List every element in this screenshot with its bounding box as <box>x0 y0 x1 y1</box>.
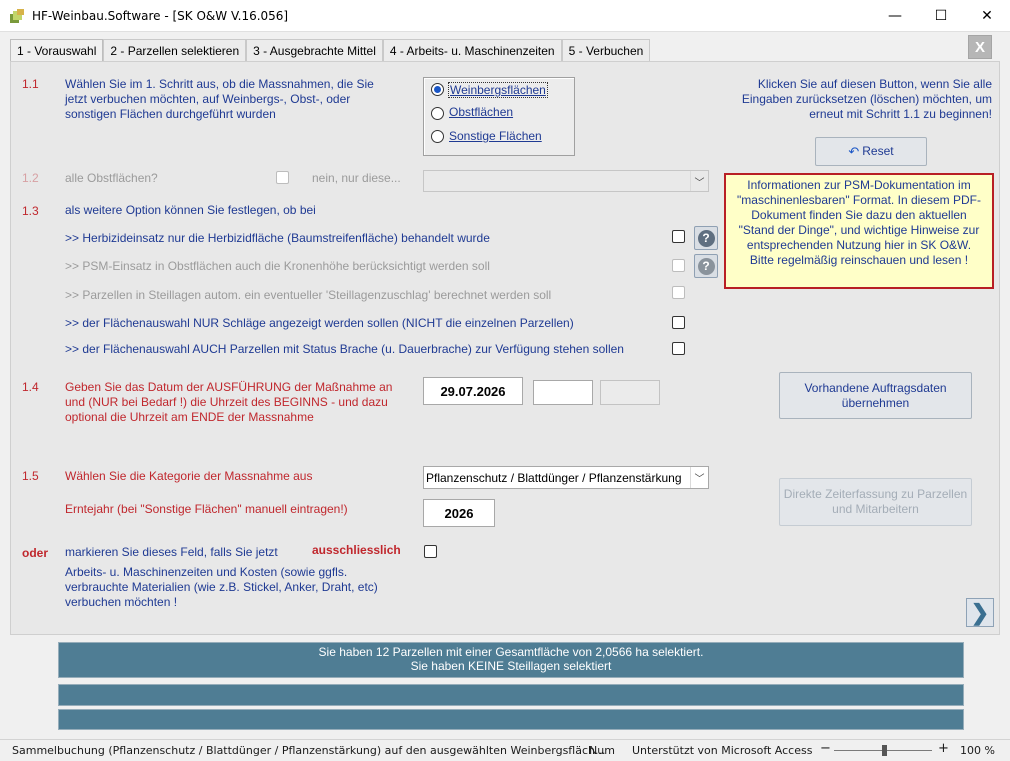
minimize-button[interactable]: — <box>872 0 918 32</box>
option-kronenhoehe-label: >> PSM-Einsatz in Obstflächen auch die K… <box>65 259 490 273</box>
option-kronenhoehe-checkbox[interactable] <box>672 259 685 272</box>
option-steillagen-label: >> Parzellen in Steillagen autom. ein ev… <box>65 288 552 302</box>
category-value: Pflanzenschutz / Blattdünger / Pflanzens… <box>426 471 682 485</box>
only-these-label: nein, nur diese... <box>312 171 401 185</box>
chevron-right-icon: ❯ <box>970 599 990 625</box>
section-number-1-4: 1.4 <box>22 380 39 394</box>
section-number-1-5: 1.5 <box>22 469 39 483</box>
option-schlaege-label: >> der Flächenauswahl NUR Schläge angeze… <box>65 316 574 330</box>
next-button[interactable]: ❯ <box>966 598 994 627</box>
radio-label-sonstige-flaechen[interactable]: Sonstige Flächen <box>449 129 542 143</box>
undo-icon: ↶ <box>848 144 860 159</box>
direct-time-entry-button[interactable]: Direkte Zeiterfassung zu Parzellen und M… <box>779 478 972 526</box>
summary-line-1: Sie haben 12 Parzellen mit einer Gesamtf… <box>318 645 704 659</box>
exclusive-checkbox[interactable] <box>424 545 437 558</box>
reset-button[interactable]: ↶ Reset <box>815 137 927 166</box>
section-number-1-3: 1.3 <box>22 204 39 218</box>
summary-bar-3 <box>58 709 964 730</box>
reset-button-label: Reset <box>862 144 894 158</box>
num-lock-indicator: Num <box>589 744 615 757</box>
chevron-down-icon: ﹀ <box>690 171 708 191</box>
zoom-slider-thumb[interactable] <box>882 745 887 756</box>
all-orchard-checkbox[interactable] <box>276 171 289 184</box>
tab-ausgebrachte-mittel[interactable]: 3 - Ausgebrachte Mittel <box>246 39 383 61</box>
window-title: HF-Weinbau.Software - [SK O&W V.16.056] <box>32 9 289 23</box>
exclusive-emphasis: ausschliesslich <box>312 543 401 557</box>
tab-arbeits-maschinenzeiten[interactable]: 4 - Arbeits- u. Maschinenzeiten <box>382 39 562 61</box>
execution-date-field[interactable]: 29.07.2026 <box>423 377 523 405</box>
take-over-order-data-button[interactable]: Vorhandene Auftragsdaten übernehmen <box>779 372 972 419</box>
option-brache-label: >> der Flächenauswahl AUCH Parzellen mit… <box>65 342 624 356</box>
radio-label-obstflaechen[interactable]: Obstflächen <box>449 105 513 119</box>
radio-sonstige-flaechen[interactable] <box>431 130 444 143</box>
app-icon <box>9 8 25 24</box>
section-1-1-text: Wählen Sie im 1. Schritt aus, ob die Mas… <box>65 77 374 121</box>
status-bar: Sammelbuchung (Pflanzenschutz / Blattdün… <box>0 739 1010 761</box>
option-steillagen-checkbox[interactable] <box>672 286 685 299</box>
option-herbizid-label: >> Herbizideinsatz nur die Herbizidfläch… <box>65 231 490 245</box>
exclusive-hint-text-2: Arbeits- u. Maschinenzeiten und Kosten (… <box>65 565 378 609</box>
chevron-down-icon: ﹀ <box>690 467 708 488</box>
zoom-level: 100 % <box>960 744 995 757</box>
zoom-out-button[interactable]: − <box>820 741 831 756</box>
exclusive-hint-text: markieren Sie dieses Feld, falls Sie jet… <box>65 545 278 559</box>
radio-weinbergsflaechen[interactable] <box>431 83 444 96</box>
radio-obstflaechen[interactable] <box>431 107 444 120</box>
option-schlaege-checkbox[interactable] <box>672 316 685 329</box>
section-1-5-text: Wählen Sie die Kategorie der Massnahme a… <box>65 469 313 483</box>
title-bar: HF-Weinbau.Software - [SK O&W V.16.056] … <box>0 0 1010 32</box>
psm-info-box[interactable]: Informationen zur PSM-Dokumentation im "… <box>724 173 994 289</box>
radio-label-weinbergsflaechen[interactable]: Weinbergsflächen <box>448 82 548 98</box>
section-number-1-1: 1.1 <box>22 77 39 91</box>
selection-summary: Sie haben 12 Parzellen mit einer Gesamtf… <box>58 642 964 678</box>
section-number-1-2: 1.2 <box>22 171 39 185</box>
option-brache-checkbox[interactable] <box>672 342 685 355</box>
status-text: Sammelbuchung (Pflanzenschutz / Blattdün… <box>12 744 606 757</box>
tab-verbuchen[interactable]: 5 - Verbuchen <box>561 39 651 61</box>
close-form-button[interactable]: X <box>968 35 992 59</box>
oder-label: oder <box>22 546 49 560</box>
help-herbizid-button[interactable]: ? <box>694 226 718 250</box>
all-orchard-label: alle Obstflächen? <box>65 171 158 185</box>
question-icon: ? <box>697 229 715 247</box>
close-button[interactable]: ✕ <box>964 0 1010 32</box>
summary-bar-2 <box>58 684 964 706</box>
question-icon: ? <box>697 257 715 275</box>
tab-parzellen-selektieren[interactable]: 2 - Parzellen selektieren <box>103 39 247 61</box>
access-label: Unterstützt von Microsoft Access <box>632 744 813 757</box>
section-1-3-intro: als weitere Option können Sie festlegen,… <box>65 203 316 217</box>
orchard-select[interactable]: ﹀ <box>423 170 709 192</box>
start-time-field[interactable] <box>533 380 593 405</box>
tab-strip: 1 - Vorauswahl 2 - Parzellen selektieren… <box>10 39 651 63</box>
category-select[interactable]: Pflanzenschutz / Blattdünger / Pflanzens… <box>423 466 709 489</box>
summary-line-2: Sie haben KEINE Steillagen selektiert <box>410 659 612 673</box>
tab-vorauswahl[interactable]: 1 - Vorauswahl <box>10 39 104 63</box>
harvest-year-field[interactable]: 2026 <box>423 499 495 527</box>
end-time-field[interactable] <box>600 380 660 405</box>
help-kronenhoehe-button[interactable]: ? <box>694 254 718 278</box>
zoom-in-button[interactable]: + <box>938 741 949 756</box>
reset-hint: Klicken Sie auf diesen Button, wenn Sie … <box>741 77 992 121</box>
option-herbizid-checkbox[interactable] <box>672 230 685 243</box>
section-1-4-text: Geben Sie das Datum der AUSFÜHRUNG der M… <box>65 380 393 424</box>
maximize-button[interactable]: ☐ <box>918 0 964 32</box>
harvest-year-label: Erntejahr (bei "Sonstige Flächen" manuel… <box>65 502 348 516</box>
